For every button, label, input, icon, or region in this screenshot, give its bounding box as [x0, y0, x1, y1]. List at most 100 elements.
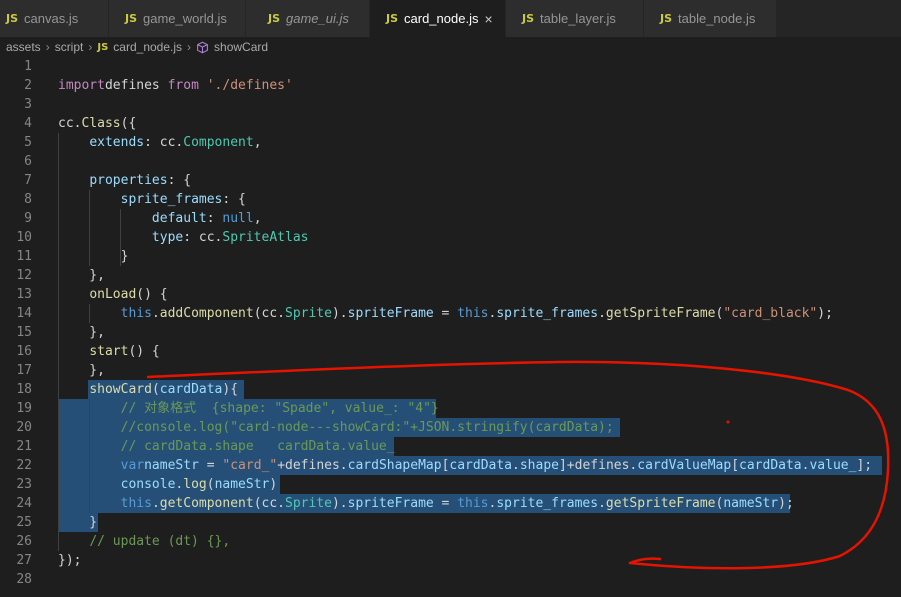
code-line[interactable]: 1	[0, 57, 901, 76]
breadcrumb-assets[interactable]: assets	[6, 40, 41, 54]
code-text: // update (dt) {},	[58, 532, 230, 551]
code-token: ).	[331, 306, 348, 321]
code-text: console.log(nameStr)	[58, 475, 278, 494]
code-text: //console.log("card-node---showCard:"+JS…	[58, 418, 614, 437]
code-token: () {	[136, 287, 168, 302]
code-line[interactable]: 13 onLoad() {	[0, 285, 901, 304]
code-line[interactable]: 12 },	[0, 266, 901, 285]
code-line[interactable]: 10 type: cc.SpriteAtlas	[0, 228, 901, 247]
code-text: },	[58, 266, 105, 285]
tab-game-ui-js[interactable]: JS game_ui.js	[246, 0, 370, 37]
code-token: sprite_frames	[496, 306, 599, 321]
tab-card-node-js[interactable]: JS card_node.js ×	[370, 0, 506, 37]
code-line[interactable]: 22 varnameStr = "card_"+defines.cardShap…	[0, 456, 901, 475]
code-token: );	[817, 306, 833, 321]
code-line[interactable]: 15 },	[0, 323, 901, 342]
code-line[interactable]: 3	[0, 95, 901, 114]
code-token: spriteFrame	[347, 306, 434, 321]
code-token: () {	[128, 344, 160, 359]
code-token: this	[120, 496, 152, 511]
tab-canvas-js[interactable]: JS canvas.js	[0, 0, 109, 37]
code-token: start	[89, 344, 129, 359]
code-token: : cc.	[183, 230, 223, 245]
code-text: start() {	[58, 342, 160, 361]
code-line[interactable]: 28	[0, 570, 901, 589]
code-line[interactable]: 26 // update (dt) {},	[0, 532, 901, 551]
code-text: cc.Class({	[58, 114, 136, 133]
code-line[interactable]: 24 this.getComponent(cc.Sprite).spriteFr…	[0, 494, 901, 513]
line-number: 2	[24, 78, 32, 93]
code-line[interactable]: 11 }	[0, 247, 901, 266]
code-text: },	[58, 361, 105, 380]
code-line[interactable]: 5 extends: cc.Component,	[0, 133, 901, 152]
code-token: }	[58, 249, 129, 264]
code-text: showCard(cardData){	[58, 380, 238, 399]
line-number: 14	[16, 306, 32, 321]
code-token: type	[151, 230, 184, 245]
breadcrumb-file[interactable]: card_node.js	[113, 40, 182, 54]
indent-guide	[89, 304, 90, 323]
line-number: 21	[16, 439, 32, 454]
tab-table-layer-js[interactable]: JS table_layer.js	[506, 0, 644, 37]
code-line[interactable]: 16 start() {	[0, 342, 901, 361]
code-token: from	[167, 78, 199, 93]
code-line[interactable]: 21 // cardData.shape cardData.value_	[0, 437, 901, 456]
code-token: log	[183, 477, 207, 492]
code-token: : {	[167, 173, 192, 188]
code-line[interactable]: 7 properties: {	[0, 171, 901, 190]
tab-game-world-js[interactable]: JS game_world.js	[109, 0, 246, 37]
code-line[interactable]: 20 //console.log("card-node---showCard:"…	[0, 418, 901, 437]
code-token: : cc.	[144, 135, 184, 150]
code-token: (cc.	[253, 496, 285, 511]
tab-table-node-js[interactable]: JS table_node.js	[644, 0, 777, 37]
line-number: 3	[24, 97, 32, 112]
code-line[interactable]: 9 default: null,	[0, 209, 901, 228]
code-line[interactable]: 17 },	[0, 361, 901, 380]
code-token: default	[151, 211, 207, 226]
code-line[interactable]: 4 cc.Class({	[0, 114, 901, 133]
breadcrumb-symbol[interactable]: showCard	[214, 40, 268, 54]
code-token: =	[433, 496, 458, 511]
code-token: }	[58, 515, 98, 530]
line-number: 13	[16, 287, 32, 302]
code-text: }	[58, 513, 97, 532]
code-token: this	[120, 306, 152, 321]
code-line[interactable]: 25 }	[0, 513, 901, 532]
close-tab-icon[interactable]: ×	[484, 11, 492, 27]
code-token: SpriteAtlas	[222, 230, 309, 245]
code-token: defines	[104, 78, 168, 93]
code-line[interactable]: 19 // 对象格式 {shape: "Spade", value_: "4"}	[0, 399, 901, 418]
code-editor[interactable]: 1 2 importdefines from './defines' 3 4 cc.Cla…	[0, 57, 901, 597]
code-token: )	[269, 477, 278, 492]
code-line[interactable]: 6	[0, 152, 901, 171]
line-number: 25	[16, 515, 32, 530]
code-text: }	[58, 247, 129, 266]
js-file-icon: JS	[97, 41, 109, 53]
code-line[interactable]: 14 this.addComponent(cc.Sprite).spriteFr…	[0, 304, 901, 323]
code-line[interactable]: 18 showCard(cardData){	[0, 380, 901, 399]
line-number: 17	[16, 363, 32, 378]
breadcrumb-script[interactable]: script	[55, 40, 84, 54]
line-number: 22	[16, 458, 32, 473]
code-token: },	[58, 268, 105, 283]
code-token: ];	[856, 458, 873, 473]
code-token: ,	[253, 211, 262, 226]
code-token: .	[598, 496, 606, 511]
code-token: extends	[89, 135, 145, 150]
code-line[interactable]: 2 importdefines from './defines'	[0, 76, 901, 95]
code-line[interactable]: 23 console.log(nameStr)	[0, 475, 901, 494]
code-text: },	[58, 323, 105, 342]
line-number: 18	[16, 382, 32, 397]
code-line[interactable]: 8 sprite_frames: {	[0, 190, 901, 209]
code-line[interactable]: 27});	[0, 551, 901, 570]
js-file-icon: JS	[125, 12, 138, 25]
code-token: var	[120, 458, 145, 473]
code-token: // cardData.shape cardData.value_	[120, 439, 395, 454]
line-number: 7	[24, 173, 32, 188]
chevron-right-icon: ›	[187, 40, 192, 54]
method-cube-icon	[197, 41, 208, 53]
code-token: : {	[222, 192, 246, 207]
code-token: getSpriteFrame	[605, 306, 716, 321]
